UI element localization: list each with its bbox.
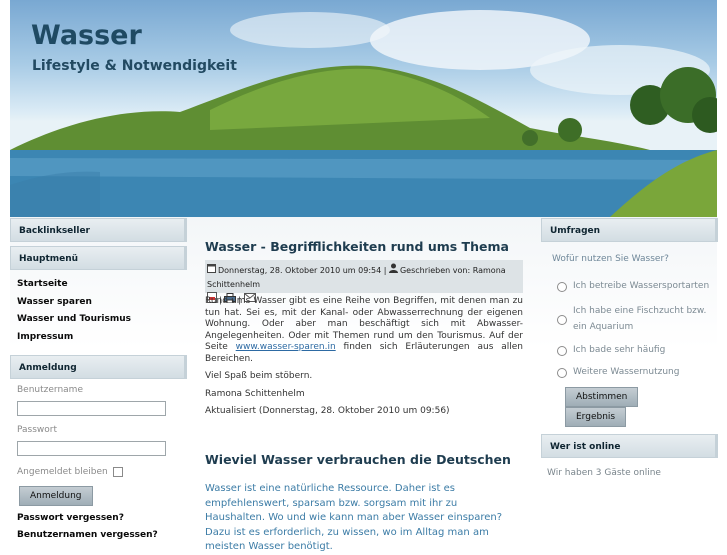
password-label: Passwort (17, 425, 58, 435)
poll-option-label: Ich bade sehr häufig (573, 344, 666, 355)
poll-radio[interactable] (557, 282, 567, 292)
site-slogan: Lifestyle & Notwendigkeit (32, 58, 237, 74)
calendar-icon (207, 263, 216, 278)
main-menu-title: Hauptmenü (10, 246, 187, 270)
password-input[interactable] (17, 441, 166, 456)
online-title: Wer ist online (541, 433, 718, 458)
article-title[interactable]: Wasser - Begrifflichkeiten rund ums Them… (196, 218, 529, 256)
site-title[interactable]: Wasser (31, 20, 142, 51)
menu-item-wasser-tourismus[interactable]: Wasser und Tourismus (17, 314, 187, 332)
poll-option-label: Ich habe eine Fischzucht bzw. ein Aquari… (573, 305, 707, 333)
login-form: Benutzername Passwort Angemeldet bleiben… (10, 379, 187, 506)
article-body: Rund ums Wasser gibt es eine Reihe von B… (205, 296, 523, 365)
poll-radio[interactable] (557, 368, 567, 378)
header-banner: Wasser Lifestyle & Notwendigkeit (10, 0, 717, 217)
poll-option[interactable]: Weitere Wassernutzung (541, 364, 718, 381)
menu-item-wasser-sparen[interactable]: Wasser sparen (17, 297, 187, 315)
article-updated: Aktualisiert (Donnerstag, 28. Oktober 20… (205, 406, 450, 416)
forgot-password-link[interactable]: Passwort vergessen? (17, 513, 187, 530)
login-links: Passwort vergessen? Benutzernamen verges… (10, 513, 187, 547)
poll-radio[interactable] (557, 314, 567, 325)
username-input[interactable] (17, 401, 166, 416)
username-label: Benutzername (17, 385, 83, 395)
online-text: Wir haben 3 Gäste online (547, 467, 661, 478)
backlinkseller-title: Backlinkseller (10, 218, 187, 242)
user-icon (388, 263, 398, 278)
login-button[interactable]: Anmeldung (19, 486, 93, 506)
poll-question: Wofür nutzen Sie Wasser? (552, 254, 669, 264)
forgot-username-link[interactable]: Benutzernamen vergessen? (17, 530, 187, 547)
remember-checkbox[interactable] (112, 467, 123, 477)
remember-label: Angemeldet bleiben (17, 467, 108, 477)
poll-buttons: Abstimmen Ergebnis (541, 381, 718, 427)
article-date: Donnerstag, 28. Oktober 2010 um 09:54 (218, 266, 382, 275)
article-signature: Ramona Schittenhelm (205, 388, 305, 399)
poll-option[interactable]: Ich betreibe Wassersportarten (541, 278, 718, 295)
main-content: Wasser - Begrifflichkeiten rund ums Them… (196, 218, 529, 552)
page: Wasser Lifestyle & Notwendigkeit Backlin… (0, 0, 727, 552)
remember-row: Angemeldet bleiben (17, 465, 187, 479)
left-sidebar: Backlinkseller Hauptmenü Startseite Wass… (10, 218, 187, 547)
right-sidebar: Umfragen Wofür nutzen Sie Wasser? Ich be… (541, 218, 718, 478)
article-meta: Donnerstag, 28. Oktober 2010 um 09:54 | … (205, 260, 523, 305)
poll-option[interactable]: Ich habe eine Fischzucht bzw. ein Aquari… (541, 303, 718, 336)
article-line2: Viel Spaß beim stöbern. (205, 371, 313, 381)
poll-title: Umfragen (541, 218, 718, 242)
menu-item-impressum[interactable]: Impressum (17, 332, 187, 350)
poll-option-label: Weitere Wassernutzung (573, 367, 680, 377)
results-button[interactable]: Ergebnis (565, 406, 627, 427)
article2-title[interactable]: Wieviel Wasser verbrauchen die Deutschen (196, 452, 511, 467)
menu-item-startseite[interactable]: Startseite (17, 279, 187, 297)
article2-intro: Wasser ist eine natürliche Ressource. Da… (205, 483, 503, 552)
main-menu: Startseite Wasser sparen Wasser und Tour… (10, 270, 187, 355)
poll-option-label: Ich betreibe Wassersportarten (573, 281, 710, 291)
wasser-sparen-link[interactable]: www.wasser-sparen.in (236, 342, 336, 352)
poll-option[interactable]: Ich bade sehr häufig (541, 342, 718, 359)
login-title: Anmeldung (10, 355, 187, 379)
vote-button[interactable]: Abstimmen (565, 386, 639, 407)
poll-radio[interactable] (557, 345, 567, 356)
